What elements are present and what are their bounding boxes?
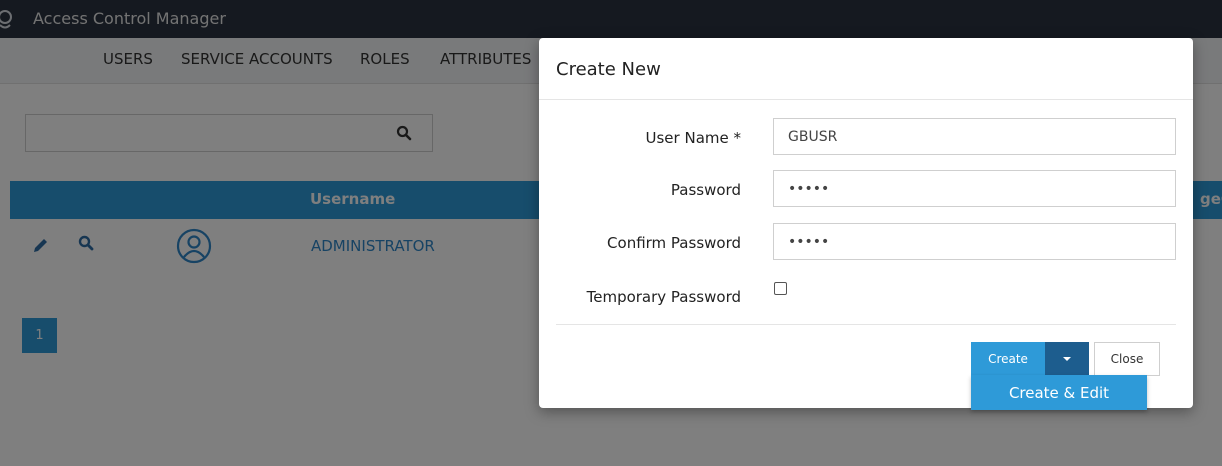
temporary-password-label: Temporary Password bbox=[586, 288, 741, 306]
dialog-header: Create New bbox=[539, 38, 1193, 100]
caret-down-icon bbox=[1063, 357, 1071, 361]
create-new-dialog: Create New User Name * GBUSR Password ••… bbox=[539, 38, 1193, 410]
create-and-edit-option[interactable]: Create & Edit bbox=[971, 375, 1147, 410]
dialog-title: Create New bbox=[556, 59, 661, 80]
confirm-password-field[interactable]: ••••• bbox=[773, 223, 1176, 260]
create-options-toggle[interactable] bbox=[1045, 342, 1089, 376]
dialog-divider bbox=[556, 324, 1176, 325]
create-button[interactable]: Create bbox=[971, 342, 1045, 376]
temporary-password-checkbox[interactable] bbox=[774, 282, 787, 295]
username-field[interactable]: GBUSR bbox=[773, 118, 1176, 155]
password-label: Password bbox=[670, 181, 741, 199]
password-field[interactable]: ••••• bbox=[773, 170, 1176, 207]
username-label: User Name * bbox=[645, 129, 741, 147]
confirm-password-label: Confirm Password bbox=[607, 234, 741, 252]
close-button[interactable]: Close bbox=[1094, 342, 1160, 376]
